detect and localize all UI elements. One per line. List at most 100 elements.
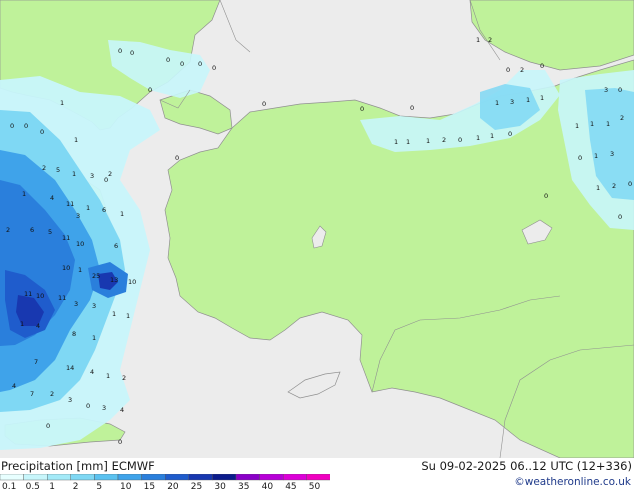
precip-value: 2 <box>122 374 126 382</box>
precip-value: 4 <box>36 322 40 330</box>
precip-value: 0 <box>46 422 50 430</box>
precip-value: 6 <box>102 206 106 214</box>
precip-value: 1 <box>575 122 579 130</box>
precip-value: 1 <box>106 372 110 380</box>
precip-value: 3 <box>604 86 608 94</box>
legend-label: 35 <box>238 482 249 490</box>
precip-value: 10 <box>36 292 44 300</box>
precip-value: 6 <box>30 226 34 234</box>
precip-value: 0 <box>180 60 184 68</box>
precip-value: 0 <box>508 130 512 138</box>
legend-cell <box>141 474 166 481</box>
precip-value: 1 <box>78 266 82 274</box>
credit-link[interactable]: ©weatheronline.co.uk <box>514 476 631 488</box>
precip-value: 0 <box>148 86 152 94</box>
legend-cell <box>188 474 213 481</box>
legend-label: 2 <box>73 482 79 490</box>
precip-value: 3 <box>68 396 72 404</box>
legend-cell <box>212 474 237 481</box>
map-title: Precipitation [mm] ECMWF <box>1 459 155 473</box>
precip-value: 8 <box>72 330 76 338</box>
legend-label: 10 <box>120 482 132 490</box>
legend-cell <box>94 474 119 481</box>
legend-label: 15 <box>144 482 155 490</box>
precip-value: 0 <box>130 49 134 57</box>
precip-value: 2 <box>442 136 446 144</box>
legend-label: 45 <box>285 482 296 490</box>
precip-value: 1 <box>126 312 130 320</box>
precip-value: 1 <box>394 138 398 146</box>
precip-value: 0 <box>578 154 582 162</box>
precip-value: 0 <box>118 438 122 446</box>
precip-value: 4 <box>50 194 54 202</box>
precip-value: 11 <box>66 200 74 208</box>
precip-value: 6 <box>114 242 118 250</box>
precip-value: 0 <box>86 402 90 410</box>
precip-value: 1 <box>426 137 430 145</box>
precip-value: 3 <box>74 300 78 308</box>
precip-value: 0 <box>118 47 122 55</box>
precip-value: 7 <box>34 358 38 366</box>
legend-cell <box>235 474 260 481</box>
precip-value: 4 <box>120 406 124 414</box>
precip-value: 1 <box>476 36 480 44</box>
legend-label: 1 <box>49 482 55 490</box>
precip-value: 2 <box>520 66 524 74</box>
precip-value: 0 <box>458 136 462 144</box>
precip-value: 2 <box>612 182 616 190</box>
precip-value: 1 <box>72 170 76 178</box>
precip-value: 5 <box>48 228 52 236</box>
precip-value: 2 <box>42 164 46 172</box>
precip-value: 1 <box>406 138 410 146</box>
precip-value: 0 <box>540 62 544 70</box>
precip-value: 1 <box>594 152 598 160</box>
precip-value: 0 <box>628 180 632 188</box>
precipitation-map: 0 000 0 0 000 01001 220 01 3 1 11 1 1 2 0 1 1 03 01 1 120 1 30… <box>0 0 634 458</box>
precip-value: 4 <box>12 382 16 390</box>
legend-cell <box>117 474 142 481</box>
precip-value: 13 <box>110 276 118 284</box>
precip-value: 10 <box>76 240 84 248</box>
precip-value: 0 <box>506 66 510 74</box>
precip-value: 0 <box>410 104 414 112</box>
precip-value: 5 <box>56 166 60 174</box>
precip-value: 4 <box>90 368 94 376</box>
precip-value: 1 <box>112 310 116 318</box>
precip-value: 10 <box>62 264 70 272</box>
precip-value: 0 <box>618 86 622 94</box>
precip-value: 3 <box>92 302 96 310</box>
legend-label: 0.5 <box>26 482 40 490</box>
precip-value: 2 <box>108 170 112 178</box>
precip-value: 3 <box>90 172 94 180</box>
precip-value: 10 <box>128 278 136 286</box>
footer-bar: Precipitation [mm] ECMWF Su 09-02-2025 0… <box>0 458 634 490</box>
precip-value: 1 <box>495 99 499 107</box>
legend-cell <box>47 474 72 481</box>
precip-value: 25 <box>92 272 100 280</box>
precip-value: 1 <box>490 132 494 140</box>
legend-label: 5 <box>96 482 102 490</box>
legend-label: 25 <box>191 482 202 490</box>
precip-value: 3 <box>76 212 80 220</box>
legend-label: 30 <box>214 482 226 490</box>
precip-value: 1 <box>596 184 600 192</box>
precip-value: 3 <box>102 404 106 412</box>
precip-value: 1 <box>74 136 78 144</box>
precip-value: 0 <box>40 128 44 136</box>
legend-cell <box>283 474 308 481</box>
precip-value: 2 <box>488 36 492 44</box>
precip-value: 1 <box>540 94 544 102</box>
precip-value: 1 <box>22 190 26 198</box>
precip-value: 11 <box>58 294 66 302</box>
precip-value: 1 <box>590 120 594 128</box>
precip-value: 1 <box>606 120 610 128</box>
precip-value: 3 <box>510 98 514 106</box>
legend-label: 20 <box>167 482 179 490</box>
precip-value: 1 <box>526 96 530 104</box>
precip-value: 0 <box>166 56 170 64</box>
map-panel: 0000000000100122001311111201103011120130… <box>0 0 634 490</box>
precip-value: 0 <box>10 122 14 130</box>
precip-value: 2 <box>620 114 624 122</box>
legend-label: 0.1 <box>2 482 16 490</box>
precip-value: 0 <box>24 122 28 130</box>
